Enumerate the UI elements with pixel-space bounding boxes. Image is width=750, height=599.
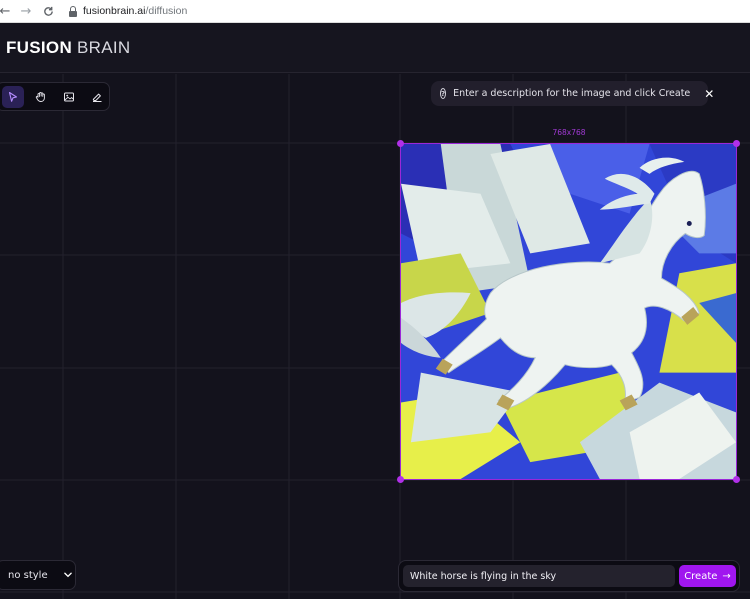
resize-handle-top-right[interactable] — [733, 140, 740, 147]
logo[interactable]: FUSION BRAIN — [6, 38, 131, 58]
create-button-label: Create — [684, 570, 718, 582]
question-circle-icon: ? — [440, 88, 447, 99]
select-tool-button[interactable] — [2, 85, 24, 108]
image-icon — [64, 92, 74, 101]
chevron-down-icon — [63, 571, 72, 579]
resize-handle-bottom-right[interactable] — [733, 476, 740, 483]
resize-handle-top-left[interactable] — [397, 140, 404, 147]
eraser-icon — [92, 93, 102, 102]
prompt-input[interactable] — [403, 565, 675, 587]
style-select-value: no style — [8, 569, 48, 581]
url-host: fusionbrain.ai — [83, 5, 146, 17]
eraser-tool-button[interactable] — [86, 86, 108, 108]
app-header: FUSION BRAIN — [0, 23, 750, 73]
logo-light-text: BRAIN — [77, 37, 131, 57]
style-select[interactable]: no style — [0, 560, 76, 590]
logo-bold-text: FUSION — [6, 37, 73, 57]
generated-image — [401, 144, 736, 479]
generated-image-frame[interactable] — [397, 140, 740, 483]
back-arrow-icon[interactable]: ← — [0, 1, 15, 21]
hint-banner: ? Enter a description for the image and … — [431, 81, 714, 106]
reload-icon[interactable] — [38, 1, 58, 21]
hint-text: Enter a description for the image and cl… — [453, 88, 691, 99]
canvas[interactable]: ? Enter a description for the image and … — [0, 74, 750, 599]
lock-icon — [68, 5, 78, 17]
hand-icon — [35, 91, 45, 102]
close-icon[interactable]: ✕ — [704, 87, 714, 101]
cursor-arrow-icon — [8, 91, 18, 102]
url-path: /diffusion — [145, 5, 188, 17]
resize-handle-bottom-left[interactable] — [397, 476, 404, 483]
browser-bar: ← → fusionbrain.ai/diffusion — [0, 0, 750, 23]
forward-arrow-icon[interactable]: → — [16, 1, 36, 21]
prompt-bar: Create → — [398, 560, 740, 592]
arrow-right-icon: → — [722, 570, 731, 582]
address-bar[interactable]: fusionbrain.ai/diffusion — [68, 5, 187, 17]
hand-tool-button[interactable] — [30, 86, 52, 108]
image-tool-button[interactable] — [58, 86, 80, 108]
tool-palette — [0, 82, 110, 111]
image-size-label: 768x768 — [552, 128, 586, 137]
create-button[interactable]: Create → — [679, 565, 736, 587]
